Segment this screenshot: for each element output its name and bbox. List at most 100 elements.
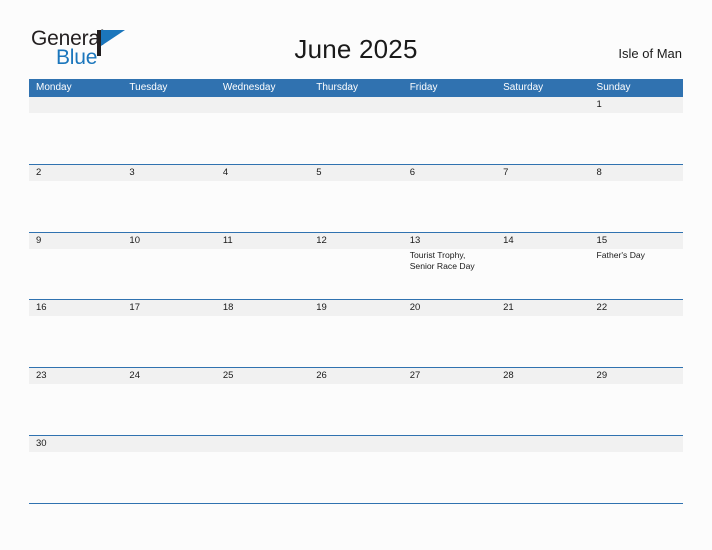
day-number — [223, 436, 309, 452]
calendar-weeks: 1 2 3 4 5 6 7 8 9 10 11 12 13 Tourist Trophy, Senior R… — [29, 97, 683, 503]
day-number: 29 — [596, 370, 608, 382]
day-cell-30[interactable]: 30 — [29, 436, 122, 503]
day-cell-17[interactable]: 17 — [122, 300, 215, 367]
calendar-week-row: 1 — [29, 97, 683, 164]
day-number: 27 — [409, 370, 421, 382]
day-number: 13 — [409, 234, 421, 246]
day-cell-19[interactable]: 19 — [309, 300, 402, 367]
day-number: 25 — [222, 370, 234, 382]
day-number: 16 — [36, 302, 47, 314]
day-number — [410, 97, 496, 113]
day-number: 18 — [222, 302, 234, 314]
day-number: 24 — [129, 370, 140, 382]
day-cell-2[interactable]: 2 — [29, 165, 122, 232]
calendar-page: General Blue June 2025 Isle of Man Monda… — [0, 0, 712, 550]
day-number: 8 — [596, 166, 602, 178]
day-cell-empty[interactable] — [403, 97, 496, 164]
day-number: 30 — [36, 437, 47, 449]
day-cell-24[interactable]: 24 — [122, 368, 215, 435]
day-cell-empty[interactable] — [403, 436, 496, 503]
day-cell-8[interactable]: 8 — [590, 165, 683, 232]
day-cell-14[interactable]: 14 — [496, 233, 589, 300]
weekday-header-row: Monday Tuesday Wednesday Thursday Friday Satu… — [29, 79, 683, 97]
day-number: 1 — [596, 99, 602, 110]
day-number: 26 — [316, 370, 327, 382]
day-cell-7[interactable]: 7 — [496, 165, 589, 232]
day-cell-4[interactable]: 4 — [216, 165, 309, 232]
day-cell-13[interactable]: 13 Tourist Trophy, Senior Race Day — [403, 233, 496, 300]
day-number: 9 — [36, 234, 42, 246]
day-number: 2 — [36, 166, 42, 178]
calendar-week-row: 9 10 11 12 13 Tourist Trophy, Senior Race Day 1… — [29, 231, 683, 300]
day-number — [223, 97, 309, 113]
calendar-bottom-rule — [29, 502, 683, 504]
day-cell-27[interactable]: 27 — [403, 368, 496, 435]
day-cell-28[interactable]: 28 — [496, 368, 589, 435]
day-cell-11[interactable]: 11 — [216, 233, 309, 300]
day-cell-empty[interactable] — [216, 436, 309, 503]
day-number: 21 — [503, 302, 514, 314]
day-cell-empty[interactable] — [496, 97, 589, 164]
day-number: 17 — [129, 302, 140, 314]
day-number: 14 — [503, 234, 514, 246]
day-cell-18[interactable]: 18 — [216, 300, 309, 367]
day-number — [129, 436, 215, 452]
day-cell-22[interactable]: 22 — [590, 300, 683, 367]
day-cell-25[interactable]: 25 — [216, 368, 309, 435]
day-number: 10 — [129, 234, 140, 246]
day-number: 22 — [596, 302, 608, 314]
day-cell-23[interactable]: 23 — [29, 368, 122, 435]
day-number: 3 — [129, 166, 135, 178]
day-number: 4 — [222, 166, 229, 178]
day-number: 11 — [222, 234, 233, 246]
day-event-line: Senior Race Day — [409, 261, 475, 272]
calendar-week-row: 2 3 4 5 6 7 8 — [29, 163, 683, 232]
calendar-week-row: 23 24 25 26 27 28 29 — [29, 367, 683, 435]
day-cell-empty[interactable] — [216, 97, 309, 164]
day-number — [36, 97, 122, 113]
day-cell-empty[interactable] — [309, 97, 402, 164]
day-number — [316, 97, 402, 113]
day-number — [129, 97, 215, 113]
weekday-header-monday: Monday — [36, 82, 72, 93]
day-cell-20[interactable]: 20 — [403, 300, 496, 367]
day-number — [316, 436, 402, 452]
day-number — [597, 436, 683, 452]
day-number: 5 — [316, 166, 322, 178]
day-cell-9[interactable]: 9 — [29, 233, 122, 300]
day-cell-10[interactable]: 10 — [122, 233, 215, 300]
day-cell-empty[interactable] — [496, 436, 589, 503]
day-cell-1[interactable]: 1 — [590, 97, 683, 164]
page-title: June 2025 — [294, 34, 418, 64]
day-cell-15[interactable]: 15 Father's Day — [590, 233, 683, 300]
day-cell-3[interactable]: 3 — [122, 165, 215, 232]
day-cell-16[interactable]: 16 — [29, 300, 122, 367]
day-events: Father's Day — [597, 250, 683, 262]
day-cell-empty[interactable] — [122, 436, 215, 503]
day-number: 23 — [36, 370, 47, 382]
weekday-header-sunday: Sunday — [596, 82, 631, 93]
calendar-grid: Monday Tuesday Wednesday Thursday Friday Satu… — [29, 79, 683, 504]
calendar-location-label: Isle of Man — [618, 46, 682, 61]
day-event-line: Father's Day — [596, 249, 645, 260]
day-cell-29[interactable]: 29 — [590, 368, 683, 435]
day-cell-5[interactable]: 5 — [309, 165, 402, 232]
day-number: 15 — [596, 234, 608, 246]
day-events: Tourist Trophy, Senior Race Day — [410, 250, 496, 273]
weekday-header-saturday: Saturday — [503, 82, 544, 93]
day-cell-12[interactable]: 12 — [309, 233, 402, 300]
day-number: 28 — [503, 370, 514, 382]
day-cell-empty[interactable] — [29, 97, 122, 164]
day-number: 19 — [316, 302, 327, 314]
day-cell-26[interactable]: 26 — [309, 368, 402, 435]
day-cell-empty[interactable] — [122, 97, 215, 164]
weekday-header-friday: Friday — [409, 82, 438, 93]
day-cell-21[interactable]: 21 — [496, 300, 589, 367]
day-cell-empty[interactable] — [590, 436, 683, 503]
day-event-line: Tourist Trophy, — [409, 249, 466, 260]
day-cell-empty[interactable] — [309, 436, 402, 503]
day-cell-6[interactable]: 6 — [403, 165, 496, 232]
weekday-header-thursday: Thursday — [316, 82, 358, 93]
day-number: 6 — [409, 166, 415, 178]
weekday-header-tuesday: Tuesday — [129, 82, 168, 93]
